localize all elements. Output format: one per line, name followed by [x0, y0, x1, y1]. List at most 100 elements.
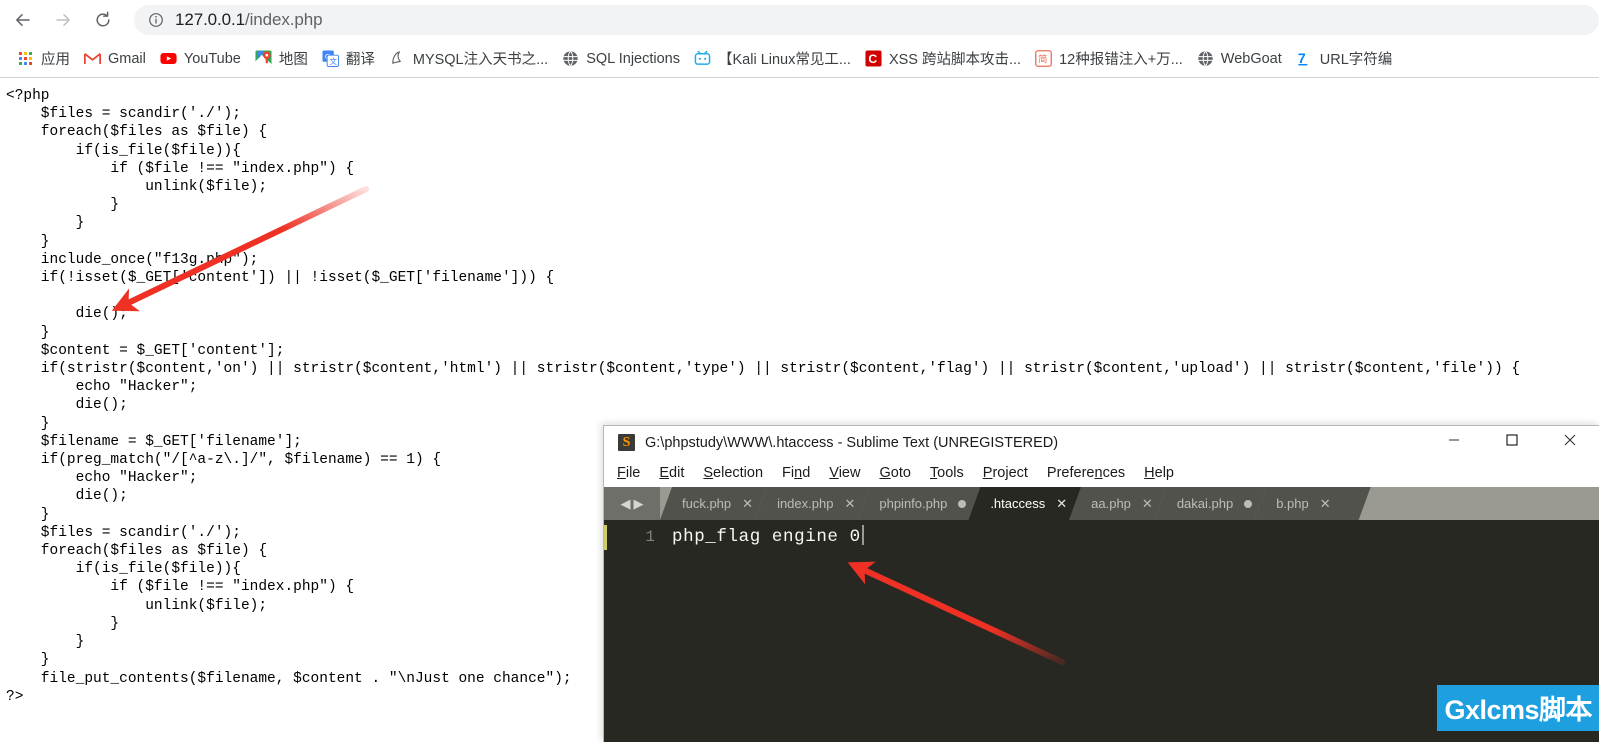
editor-gutter: 1: [604, 520, 672, 742]
tab-label: phpinfo.php: [879, 496, 948, 511]
sublime-menubar: File Edit Selection Find View Goto Tools…: [604, 459, 1599, 487]
tab-scroll-controls[interactable]: ◀ ▶: [604, 487, 660, 520]
browser-toolbar: 127.0.0.1/index.php: [0, 0, 1599, 40]
reload-icon: [93, 10, 113, 30]
menu-file-rest: ile: [625, 465, 641, 481]
bookmark-label: YouTube: [183, 50, 241, 67]
bilibili-icon: [694, 50, 711, 67]
address-bar-text: 127.0.0.1/index.php: [175, 10, 323, 30]
minimize-icon: [1448, 433, 1460, 451]
sublime-titlebar: S G:\phpstudy\WWW\.htaccess - Sublime Te…: [604, 426, 1599, 459]
youtube-icon: [160, 50, 177, 67]
tab-label: index.php: [777, 496, 834, 511]
tab-close-icon[interactable]: ✕: [1056, 497, 1067, 510]
bookmark-label: 【Kali Linux常见工...: [717, 52, 851, 68]
editor-line-1: php_flag engine 0: [672, 525, 1599, 550]
close-button[interactable]: [1547, 426, 1593, 458]
csdn-icon: C: [865, 50, 882, 67]
tab-scroll-next-icon[interactable]: ▶: [634, 497, 644, 510]
active-line-marker: [604, 525, 607, 550]
watermark-text: Gxlcms脚本: [1444, 695, 1592, 725]
tab-fuck-php[interactable]: fuck.php ✕: [660, 487, 767, 520]
tab-aa-php[interactable]: aa.php ✕: [1069, 487, 1167, 520]
bookmark-label: 应用: [41, 52, 70, 68]
bookmark-kali-linux[interactable]: 【Kali Linux常见工...: [687, 46, 858, 72]
apps-grid-icon: [17, 50, 34, 67]
editor-line-1-text: php_flag engine 0: [672, 527, 861, 547]
jianshu-icon: 简: [1035, 50, 1052, 67]
bookmarks-bar: 应用 Gmail YouTube 地图 文 翻译 MYSQL注入天书之... S…: [0, 40, 1599, 77]
zhihu-icon: 7: [1296, 50, 1313, 67]
tab-label: fuck.php: [682, 496, 732, 511]
maximize-icon: [1506, 433, 1518, 451]
tab-htaccess[interactable]: .htaccess ✕: [968, 487, 1081, 520]
tab-dakai-php[interactable]: dakai.php: [1155, 487, 1266, 520]
bookmark-mysql-injection[interactable]: MYSQL注入天书之...: [382, 46, 555, 72]
bookmark-youtube[interactable]: YouTube: [153, 46, 248, 72]
arrow-left-icon: [13, 10, 33, 30]
bookmark-label: URL字符编: [1319, 52, 1393, 68]
tab-scroll-prev-icon[interactable]: ◀: [621, 497, 631, 510]
menu-tools[interactable]: Tools: [930, 465, 964, 481]
bookmark-webgoat[interactable]: WebGoat: [1190, 46, 1289, 72]
sublime-window-title: G:\phpstudy\WWW\.htaccess - Sublime Text…: [645, 434, 1059, 451]
line-number: 1: [645, 528, 655, 546]
minimize-button[interactable]: [1431, 426, 1477, 458]
tab-label: .htaccess: [990, 496, 1046, 511]
menu-preferences[interactable]: Preferences: [1047, 465, 1125, 481]
bookmark-error-injection[interactable]: 简 12种报错注入+万...: [1028, 46, 1190, 72]
watermark-badge: Gxlcms脚本: [1437, 685, 1599, 731]
forward-button[interactable]: [46, 3, 80, 37]
google-translate-icon: G 文: [322, 50, 339, 67]
bookmark-label: SQL Injections: [586, 50, 680, 67]
tab-unsaved-dot-icon[interactable]: [1244, 500, 1252, 508]
tab-close-icon[interactable]: ✕: [742, 497, 753, 510]
menu-selection[interactable]: Selection: [703, 465, 763, 481]
bookmark-xss[interactable]: C XSS 跨站脚本攻击...: [858, 46, 1028, 72]
menu-help[interactable]: Help: [1144, 465, 1174, 481]
menu-file[interactable]: File: [617, 465, 640, 481]
tab-phpinfo-php[interactable]: phpinfo.php: [857, 487, 980, 520]
menu-edit[interactable]: Edit: [659, 465, 684, 481]
browser-chrome: 127.0.0.1/index.php 应用 Gmail YouTube 地图 …: [0, 0, 1599, 78]
bookmark-label: WebGoat: [1220, 50, 1282, 67]
sublime-tabbar: ◀ ▶ fuck.php ✕ index.php ✕ phpinfo.php .…: [604, 487, 1599, 520]
tab-close-icon[interactable]: ✕: [1142, 497, 1153, 510]
reload-button[interactable]: [86, 3, 120, 37]
tab-index-php[interactable]: index.php ✕: [755, 487, 869, 520]
tab-close-icon[interactable]: ✕: [844, 497, 855, 510]
tab-close-icon[interactable]: ✕: [1320, 497, 1331, 510]
url-path: /index.php: [245, 10, 323, 29]
sublime-app-icon-glyph: S: [622, 434, 631, 450]
tab-label: b.php: [1276, 496, 1309, 511]
arrow-right-icon: [53, 10, 73, 30]
tab-unsaved-dot-icon[interactable]: [958, 500, 966, 508]
bookmark-url-encoding[interactable]: 7 URL字符编: [1289, 46, 1400, 72]
sublime-app-icon: S: [618, 434, 635, 451]
menu-goto[interactable]: Goto: [879, 465, 910, 481]
bookmark-apps[interactable]: 应用: [10, 46, 77, 72]
tab-b-php[interactable]: b.php ✕: [1254, 487, 1370, 520]
maximize-button[interactable]: [1489, 426, 1535, 458]
bookmark-sql-injections[interactable]: SQL Injections: [555, 46, 687, 72]
svg-text:文: 文: [329, 56, 337, 66]
tab-label: aa.php: [1091, 496, 1131, 511]
bookmark-label: 12种报错注入+万...: [1059, 52, 1183, 68]
tab-label: dakai.php: [1176, 496, 1234, 511]
back-button[interactable]: [6, 3, 40, 37]
close-icon: [1564, 433, 1576, 451]
address-bar[interactable]: 127.0.0.1/index.php: [134, 5, 1599, 35]
menu-view[interactable]: View: [829, 465, 860, 481]
info-circle-icon[interactable]: [148, 12, 164, 28]
svg-text:C: C: [868, 52, 877, 66]
bookmark-translate[interactable]: G 文 翻译: [315, 46, 382, 72]
menu-project[interactable]: Project: [983, 465, 1028, 481]
bookmark-label: Gmail: [108, 50, 146, 67]
generic-site-icon: [389, 50, 406, 67]
globe-icon: [562, 50, 579, 67]
sublime-text-window[interactable]: S G:\phpstudy\WWW\.htaccess - Sublime Te…: [603, 425, 1599, 742]
svg-text:简: 简: [1038, 53, 1047, 65]
bookmark-gmail[interactable]: Gmail: [77, 46, 153, 72]
menu-find[interactable]: Find: [782, 465, 810, 481]
bookmark-maps[interactable]: 地图: [248, 46, 315, 72]
